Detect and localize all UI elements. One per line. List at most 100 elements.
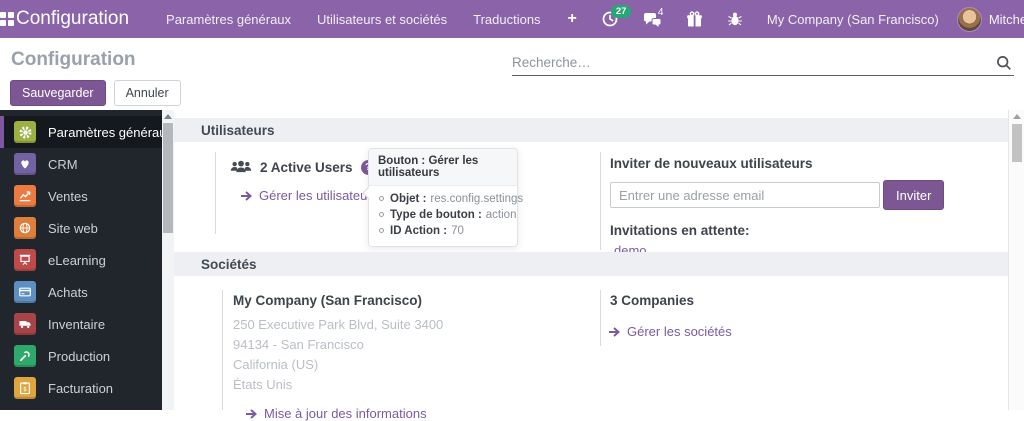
sidebar-item-achats[interactable]: Achats: [0, 276, 162, 308]
tooltip-row-label: Objet :: [390, 193, 426, 205]
link-label: Gérer les utilisateurs: [259, 188, 378, 203]
page-scrollbar[interactable]: [1008, 110, 1024, 410]
sidebar-item-inventaire[interactable]: Inventaire: [0, 308, 162, 340]
save-button[interactable]: Sauvegarder: [10, 80, 106, 106]
invite-button[interactable]: Inviter: [883, 180, 944, 210]
wrench-icon: [14, 345, 36, 367]
tooltip-row-label: ID Action :: [390, 225, 447, 237]
menu-parametres-generaux[interactable]: Paramètres généraux: [153, 0, 304, 38]
svg-text:$: $: [23, 387, 27, 393]
apps-grid-icon: [0, 12, 14, 26]
scrollbar-thumb[interactable]: [163, 123, 173, 233]
bullet-icon: [379, 212, 384, 217]
invite-users-block: Inviter de nouveaux utilisateurs Inviter…: [610, 156, 944, 258]
sidebar-item-parametres-generaux[interactable]: Paramètres généraux: [0, 116, 162, 148]
messages-menu-button[interactable]: 4: [633, 0, 672, 38]
arrow-right-icon: [608, 327, 621, 337]
activity-menu-button[interactable]: 27: [591, 0, 629, 38]
address-line: 94134 - San Francisco: [233, 335, 443, 355]
tooltip-row-value: action: [486, 209, 517, 221]
company-name: My Company (San Francisco): [233, 293, 443, 308]
apps-menu-button[interactable]: [0, 0, 14, 38]
gift-icon: [686, 11, 703, 28]
tooltip-row: Type de bouton : action: [377, 209, 509, 221]
debug-menu-button[interactable]: [717, 0, 753, 38]
sidebar-item-crm[interactable]: CRM: [0, 148, 162, 180]
separator: [600, 152, 601, 250]
gear-icon: [14, 121, 36, 143]
invite-email-input[interactable]: [610, 182, 880, 208]
section-header-societes: Sociétés: [174, 252, 1008, 276]
menu-traductions[interactable]: Traductions: [460, 0, 553, 38]
section-header-utilisateurs: Utilisateurs: [174, 118, 1008, 142]
manage-users-link[interactable]: Gérer les utilisateurs: [240, 188, 378, 203]
user-name: Mitchell Admin (4469803-14-0-all): [989, 12, 1024, 27]
gift-menu-button[interactable]: [676, 0, 713, 38]
search-input[interactable]: [512, 55, 996, 70]
crm-heart-icon: [14, 153, 36, 175]
globe-icon: [14, 217, 36, 239]
menu-utilisateurs-societes[interactable]: Utilisateurs et sociétés: [304, 0, 460, 38]
settings-sidebar: Paramètres généraux CRM Ventes Site web …: [0, 110, 162, 410]
company-switcher[interactable]: My Company (San Francisco): [753, 12, 953, 27]
address-line: États Unis: [233, 375, 443, 395]
user-menu-button[interactable]: Mitchell Admin (4469803-14-0-all): [953, 7, 1024, 32]
sidebar-item-label: eLearning: [48, 253, 106, 268]
sidebar-item-facturation[interactable]: $ Facturation: [0, 372, 162, 404]
bug-icon: [727, 11, 743, 27]
update-company-link[interactable]: Mise à jour des informations: [245, 406, 443, 421]
activity-count-badge: 27: [611, 5, 632, 18]
control-panel: Configuration Sauvegarder Annuler: [0, 38, 1024, 110]
section-title: Utilisateurs: [201, 123, 275, 138]
app-title: Configuration: [16, 8, 129, 30]
active-users-row: 2 Active Users ?: [230, 159, 376, 175]
sidebar-item-label: Site web: [48, 221, 98, 236]
separator: [215, 152, 216, 234]
button-tooltip: Bouton : Gérer les utilisateurs Objet : …: [368, 148, 518, 247]
sidebar-item-production[interactable]: Production: [0, 340, 162, 372]
separator: [600, 290, 601, 346]
scrollbar-up-arrow[interactable]: [164, 114, 172, 119]
scrollbar-thumb[interactable]: [1012, 124, 1022, 162]
sidebar-item-ventes[interactable]: Ventes: [0, 180, 162, 212]
top-navbar: Configuration Paramètres généraux Utilis…: [0, 0, 1024, 38]
breadcrumb: Configuration: [11, 49, 136, 71]
link-label: Gérer les sociétés: [627, 324, 732, 339]
sidebar-item-label: Ventes: [48, 189, 88, 204]
tooltip-title: Bouton : Gérer les utilisateurs: [369, 149, 517, 186]
tooltip-row-label: Type de bouton :: [390, 209, 482, 221]
settings-content: Utilisateurs 2 Active Users ? Gérer les …: [174, 110, 1008, 410]
pending-invitations-label: Invitations en attente:: [610, 223, 944, 238]
sidebar-item-label: CRM: [48, 157, 78, 172]
sidebar-item-elearning[interactable]: eLearning: [0, 244, 162, 276]
truck-icon: [14, 313, 36, 335]
arrow-right-icon: [240, 191, 253, 201]
sidebar-item-label: Inventaire: [48, 317, 105, 332]
sidebar-item-label: Production: [48, 349, 110, 364]
tooltip-row: Objet : res.config.settings: [377, 193, 509, 205]
companies-count-block: 3 Companies Gérer les sociétés: [610, 293, 732, 339]
user-avatar: [957, 7, 982, 32]
section-title: Sociétés: [201, 257, 257, 272]
sidebar-item-label: Paramètres généraux: [48, 125, 173, 140]
sales-chart-icon: [14, 185, 36, 207]
manage-companies-link[interactable]: Gérer les sociétés: [608, 324, 732, 339]
content-scrollbar[interactable]: [162, 110, 174, 410]
plus-icon[interactable]: +: [554, 10, 591, 28]
invite-users-title: Inviter de nouveaux utilisateurs: [610, 156, 944, 171]
cancel-button[interactable]: Annuler: [114, 80, 181, 106]
sidebar-item-site-web[interactable]: Site web: [0, 212, 162, 244]
tooltip-row-value: 70: [451, 225, 464, 237]
tooltip-row: ID Action : 70: [377, 225, 509, 237]
invoice-icon: $: [14, 377, 36, 399]
company-info-block: My Company (San Francisco) 250 Executive…: [233, 293, 443, 421]
sidebar-item-label: Achats: [48, 285, 88, 300]
systray: 27 4: [591, 0, 753, 38]
search-icon[interactable]: [996, 55, 1012, 71]
scrollbar-up-arrow[interactable]: [1013, 114, 1021, 119]
messages-count-badge: 4: [658, 7, 664, 18]
presentation-icon: [14, 249, 36, 271]
credit-card-icon: [14, 281, 36, 303]
bullet-icon: [379, 228, 384, 233]
tooltip-row-value: res.config.settings: [430, 193, 523, 205]
